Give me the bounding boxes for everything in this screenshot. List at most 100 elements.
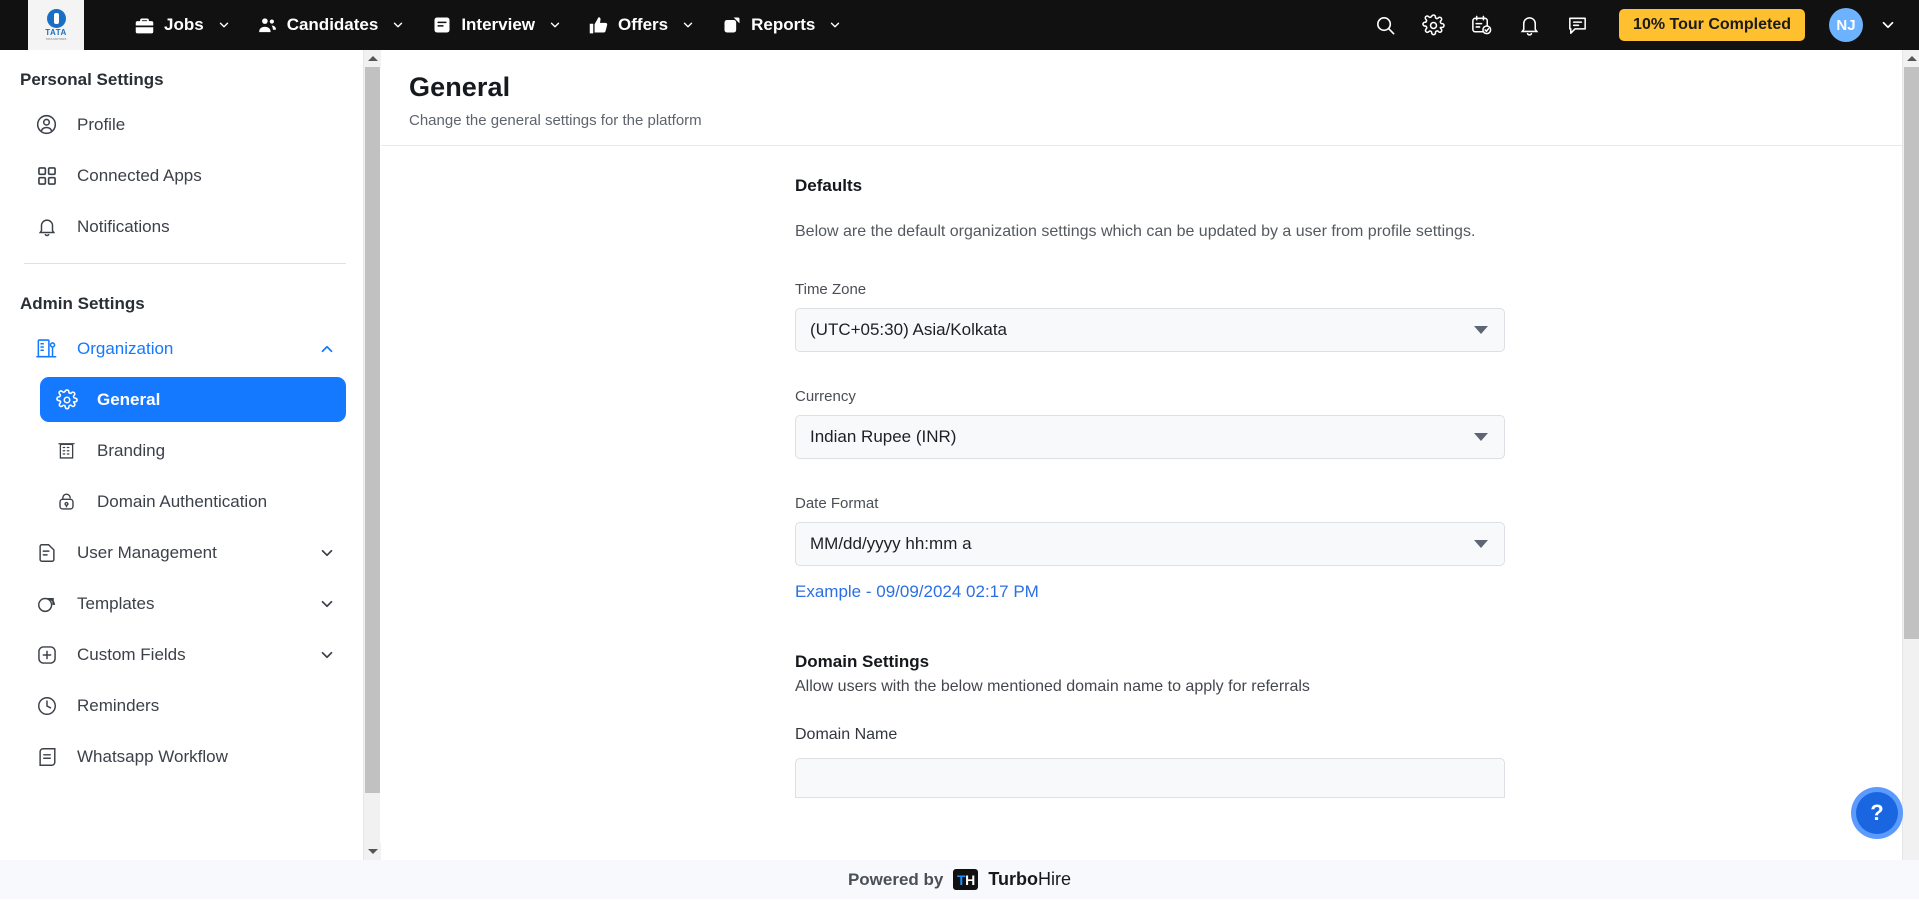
sidebar-item-general-label: General (97, 390, 160, 410)
sidebar-item-organization[interactable]: Organization (20, 326, 350, 371)
sidebar-item-custom-fields[interactable]: Custom Fields (20, 632, 350, 677)
sidebar-item-notifications[interactable]: Notifications (20, 204, 350, 249)
chevron-down-icon (548, 18, 562, 32)
dateformat-select[interactable]: MM/dd/yyyy hh:mm a (795, 522, 1505, 566)
nav-item-jobs[interactable]: Jobs (124, 7, 241, 44)
sidebar-item-user-management[interactable]: User Management (20, 530, 350, 575)
people-icon (257, 15, 278, 36)
page-scroll-up-button[interactable] (1903, 50, 1919, 67)
nav-item-interview-label: Interview (461, 15, 535, 35)
turbohire-logo-h: H (965, 872, 975, 888)
turbohire-logo-t: T (957, 872, 965, 888)
nav-item-reports[interactable]: Reports (711, 7, 852, 44)
domain-name-input[interactable] (795, 758, 1505, 798)
dateformat-field: Date Format MM/dd/yyyy hh:mm a Example -… (795, 495, 1515, 602)
sidebar-item-connected-apps[interactable]: Connected Apps (20, 153, 350, 198)
settings-sidebar: Personal Settings Profile Connected Apps… (0, 50, 380, 860)
page-subtitle: Change the general settings for the plat… (409, 112, 1902, 129)
sidebar-item-whatsapp-workflow-label: Whatsapp Workflow (77, 747, 228, 767)
search-icon[interactable] (1373, 13, 1397, 37)
chevron-down-icon[interactable] (318, 646, 336, 664)
timezone-select[interactable]: (UTC+05:30) Asia/Kolkata (795, 308, 1505, 352)
gear-icon (54, 387, 79, 412)
turbohire-brand-bold: Turbo (988, 869, 1038, 889)
sidebar-item-branding-label: Branding (97, 441, 165, 461)
nav-item-candidates[interactable]: Candidates (247, 7, 416, 44)
calendar-check-icon[interactable] (1469, 13, 1493, 37)
sidebar-scrollbar[interactable] (363, 50, 380, 860)
grid-icon (34, 163, 59, 188)
branding-icon (54, 438, 79, 463)
chevron-down-icon[interactable] (318, 544, 336, 562)
sidebar-item-general[interactable]: General (40, 377, 346, 422)
footer: Powered by TH TurboHire (0, 860, 1919, 899)
currency-select[interactable]: Indian Rupee (INR) (795, 415, 1505, 459)
sidebar-scroll-thumb[interactable] (365, 67, 380, 793)
templates-icon (34, 591, 59, 616)
dateformat-label: Date Format (795, 495, 1515, 512)
workflow-icon (34, 744, 59, 769)
chevron-down-icon[interactable] (318, 595, 336, 613)
sidebar-scroll-up-button[interactable] (364, 50, 381, 67)
page-scroll-thumb[interactable] (1904, 67, 1919, 639)
triangle-up-icon (1907, 56, 1917, 61)
sidebar-item-reminders-label: Reminders (77, 696, 159, 716)
nav-item-interview[interactable]: Interview (421, 7, 572, 44)
sidebar-item-templates[interactable]: Templates (20, 581, 350, 626)
sidebar-item-whatsapp-workflow[interactable]: Whatsapp Workflow (20, 734, 350, 779)
nav-item-candidates-label: Candidates (287, 15, 379, 35)
thumbs-up-icon (588, 15, 609, 36)
chevron-up-icon[interactable] (318, 340, 336, 358)
document-icon (431, 15, 452, 36)
page-header: General Change the general settings for … (381, 50, 1902, 146)
chevron-down-icon (828, 18, 842, 32)
currency-field: Currency Indian Rupee (INR) (795, 388, 1515, 459)
nav-item-offers[interactable]: Offers (578, 7, 705, 44)
tata-logo[interactable]: TATA TATA MOTORS (28, 0, 84, 50)
sidebar-item-connected-apps-label: Connected Apps (77, 166, 202, 186)
briefcase-icon (134, 15, 155, 36)
triangle-down-icon (368, 849, 378, 854)
timezone-value: (UTC+05:30) Asia/Kolkata (810, 320, 1007, 340)
sidebar-item-user-management-label: User Management (77, 543, 217, 563)
tata-logo-subtext: TATA MOTORS (46, 38, 67, 41)
page-scrollbar[interactable] (1902, 50, 1919, 860)
gear-icon[interactable] (1421, 13, 1445, 37)
chevron-down-icon (1474, 326, 1488, 334)
timezone-field: Time Zone (UTC+05:30) Asia/Kolkata (795, 281, 1515, 352)
avatar[interactable]: NJ (1829, 8, 1863, 42)
domain-name-label: Domain Name (795, 726, 1515, 744)
tour-progress-badge[interactable]: 10% Tour Completed (1619, 9, 1805, 41)
domain-settings-description: Allow users with the below mentioned dom… (795, 678, 1515, 696)
tata-emblem-icon (47, 9, 66, 28)
turbohire-logo-icon: TH (953, 869, 978, 890)
sidebar-item-reminders[interactable]: Reminders (20, 683, 350, 728)
bell-icon (34, 214, 59, 239)
domain-settings-heading: Domain Settings (795, 652, 1515, 672)
sidebar-scroll-down-button[interactable] (364, 843, 381, 860)
bell-icon[interactable] (1517, 13, 1541, 37)
help-button[interactable]: ? (1851, 787, 1903, 839)
user-doc-icon (34, 540, 59, 565)
currency-label: Currency (795, 388, 1515, 405)
sidebar-item-custom-fields-label: Custom Fields (77, 645, 186, 665)
powered-by-label: Powered by (848, 870, 943, 890)
chat-icon[interactable] (1565, 13, 1589, 37)
chevron-down-icon (1474, 433, 1488, 441)
sidebar-item-branding[interactable]: Branding (40, 428, 346, 473)
plus-square-icon (34, 642, 59, 667)
sidebar-section-personal-settings: Personal Settings (20, 50, 350, 96)
nav-right-actions: 10% Tour Completed NJ (1373, 8, 1919, 42)
triangle-up-icon (368, 56, 378, 61)
currency-value: Indian Rupee (INR) (810, 427, 956, 447)
chevron-down-icon (1474, 540, 1488, 548)
nav-item-jobs-label: Jobs (164, 15, 204, 35)
top-navigation-bar: TATA TATA MOTORS Jobs Candidates (0, 0, 1919, 50)
primary-nav-items: Jobs Candidates Interview (124, 7, 852, 44)
chevron-down-icon (217, 18, 231, 32)
nav-item-reports-label: Reports (751, 15, 815, 35)
profile-chevron-down-icon[interactable] (1879, 16, 1897, 34)
sidebar-item-domain-authentication[interactable]: Domain Authentication (40, 479, 346, 524)
sidebar-item-profile[interactable]: Profile (20, 102, 350, 147)
defaults-heading: Defaults (795, 176, 1515, 196)
